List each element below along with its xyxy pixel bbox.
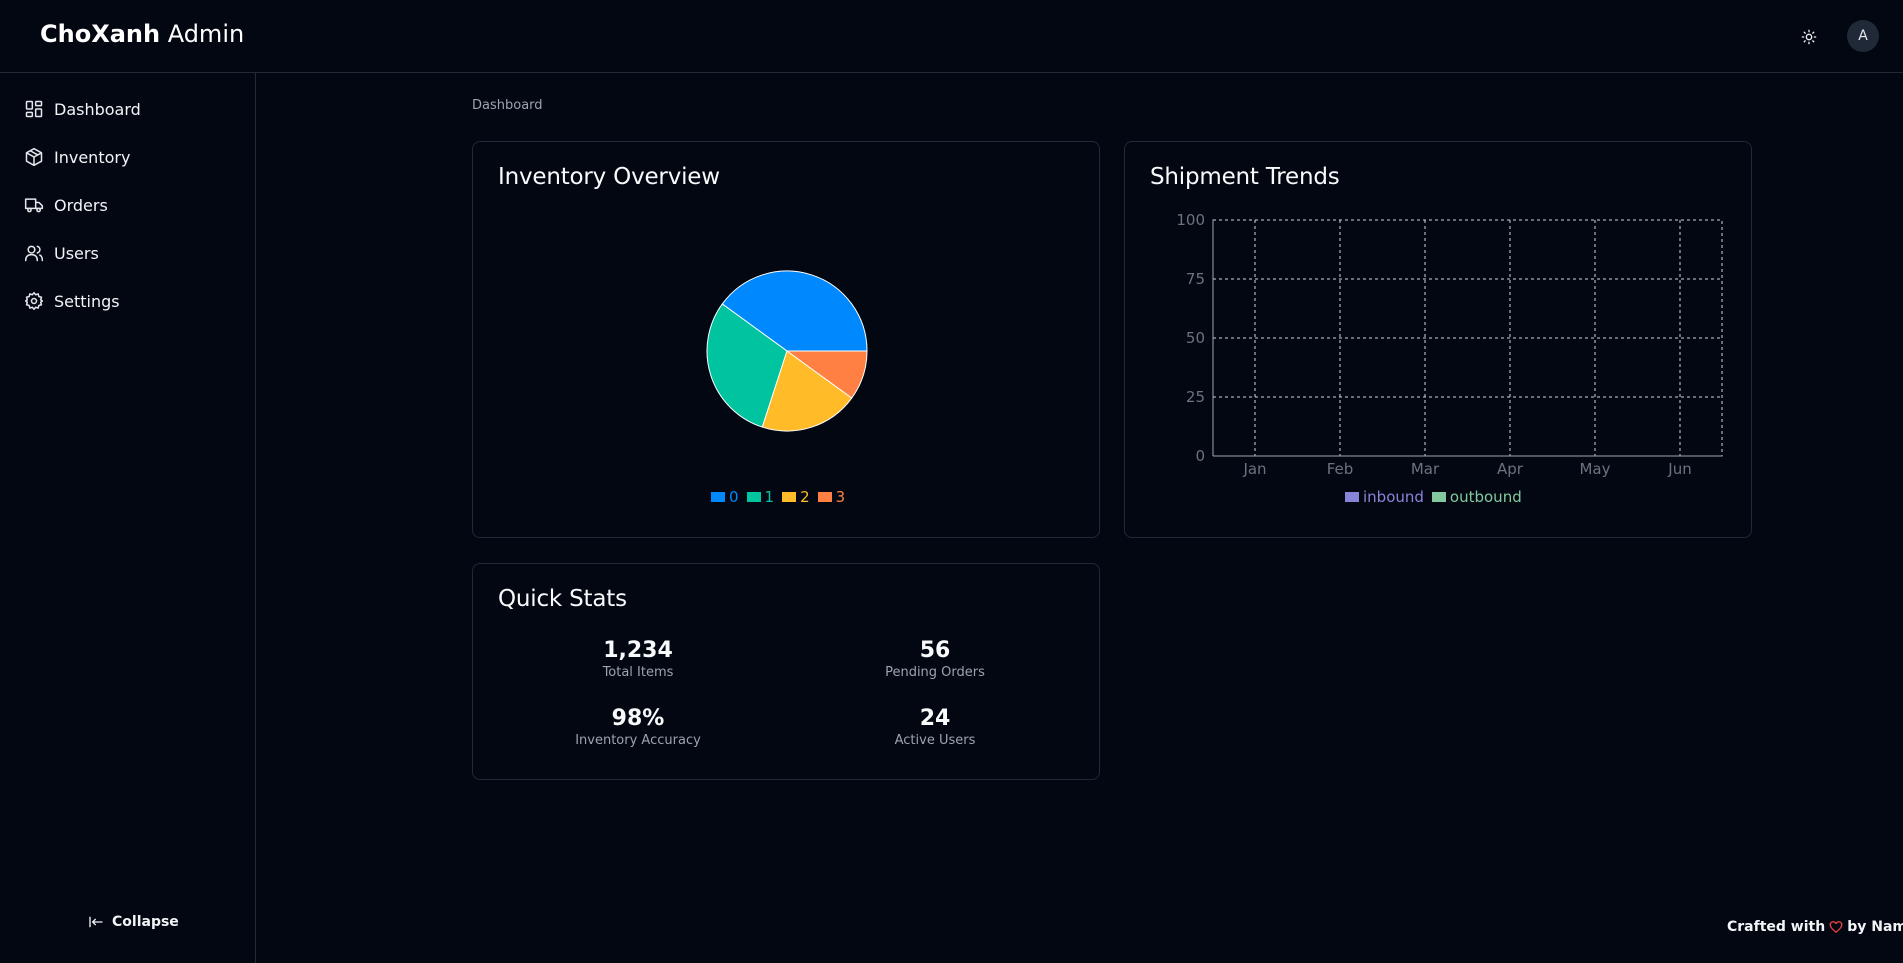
quick-stats-card: Quick Stats 1,234 Total Items 56 Pending…: [472, 563, 1100, 780]
avatar[interactable]: A: [1847, 20, 1879, 52]
truck-icon: [24, 198, 44, 213]
legend-label: inbound: [1363, 488, 1424, 506]
stat-label: Pending Orders: [885, 665, 985, 680]
sidebar-item-label: Orders: [54, 195, 108, 215]
card-title: Quick Stats: [498, 586, 627, 612]
gear-icon: [24, 291, 44, 311]
legend-label: 1: [764, 488, 775, 506]
breadcrumb[interactable]: Dashboard: [472, 98, 543, 113]
y-tick-label: 25: [1186, 388, 1205, 406]
collapse-button[interactable]: Collapse: [88, 914, 179, 930]
stat-label: Total Items: [602, 665, 674, 680]
x-tick-label: Jun: [1667, 460, 1691, 478]
legend-item-0[interactable]: 0: [711, 488, 739, 506]
legend-item-3[interactable]: 3: [817, 488, 846, 506]
x-tick-label: May: [1579, 460, 1610, 478]
x-tick-label: Apr: [1497, 460, 1524, 478]
legend-swatch: [1431, 492, 1446, 502]
stat-value: 1,234: [603, 638, 673, 663]
app-brand[interactable]: ChoXanh Admin: [40, 20, 244, 48]
inventory-overview-card: Inventory Overview 0123: [472, 141, 1100, 538]
inventory-pie-chart: [706, 270, 868, 432]
legend-label: 0: [729, 488, 739, 506]
sidebar-item-dashboard[interactable]: Dashboard: [24, 94, 234, 124]
shipment-trends-card: Shipment Trends 0 25 50 75 100 Jan Feb Mar Apr Ma…: [1124, 141, 1752, 538]
box-icon: [25, 147, 43, 167]
stat-value: 24: [919, 706, 951, 731]
y-tick-label: 75: [1186, 270, 1205, 288]
stat-inventory-accuracy: 98% Inventory Accuracy: [538, 706, 738, 748]
stat-label: Active Users: [894, 733, 976, 748]
legend-swatch: [817, 492, 832, 502]
legend-swatch: [782, 492, 797, 502]
sidebar-item-label: Dashboard: [54, 99, 141, 119]
pie-legend: 0 1 2 3: [711, 488, 845, 506]
top-bar: ChoXanh Admin A: [0, 0, 1903, 73]
legend-item-1[interactable]: 1: [746, 488, 775, 506]
sidebar-item-orders[interactable]: Orders: [24, 190, 234, 220]
sidebar-item-settings[interactable]: Settings: [24, 286, 234, 316]
brand-name: ChoXanh: [40, 20, 161, 48]
sun-icon: [1801, 29, 1817, 45]
line-legend: inbound outbound: [1345, 488, 1522, 506]
y-tick-label: 50: [1186, 329, 1205, 347]
stat-total-items: 1,234 Total Items: [538, 638, 738, 680]
sidebar: Dashboard Inventory Orders Users Setting…: [0, 73, 256, 963]
sidebar-item-inventory[interactable]: Inventory: [24, 142, 234, 172]
dashboard-icon: [25, 100, 43, 118]
sidebar-item-users[interactable]: Users: [24, 238, 234, 268]
stat-value: 98%: [611, 706, 665, 731]
y-tick-label: 100: [1176, 211, 1205, 229]
sidebar-item-label: Inventory: [54, 147, 131, 167]
footer-prefix: Crafted with: [1727, 919, 1826, 935]
chart-grid: [1212, 219, 1723, 457]
legend-item-outbound[interactable]: outbound: [1431, 488, 1522, 506]
theme-toggle-button[interactable]: [1796, 24, 1822, 50]
shipment-line-chart: 0 25 50 75 100 Jan Feb Mar Apr May Jun: [1176, 211, 1723, 478]
stat-pending-orders: 56 Pending Orders: [835, 638, 1035, 680]
collapse-label: Collapse: [112, 914, 179, 930]
brand-suffix: Admin: [167, 20, 245, 48]
legend-swatch: [711, 492, 725, 502]
legend-item-2[interactable]: 2: [782, 488, 810, 506]
x-tick-label: Mar: [1411, 460, 1440, 478]
sidebar-item-label: Settings: [54, 291, 120, 311]
users-icon: [24, 245, 44, 262]
stat-active-users: 24 Active Users: [835, 706, 1035, 748]
arrow-left-to-line-icon: [89, 916, 103, 928]
stat-label: Inventory Accuracy: [575, 733, 701, 748]
sidebar-item-label: Users: [54, 243, 99, 263]
heart-icon: [1829, 921, 1843, 933]
footer-credit: Crafted with by Nam Vu: [1727, 919, 1903, 935]
stat-value: 56: [919, 638, 951, 663]
legend-item-inbound[interactable]: inbound: [1345, 488, 1424, 506]
y-tick-label: 0: [1195, 447, 1205, 465]
legend-swatch: [1345, 492, 1359, 502]
x-tick-label: Feb: [1327, 460, 1354, 478]
legend-label: 3: [835, 488, 846, 506]
legend-label: outbound: [1449, 488, 1522, 506]
legend-swatch: [746, 492, 761, 502]
x-tick-label: Jan: [1242, 460, 1266, 478]
legend-label: 2: [800, 488, 810, 506]
footer-suffix: by Nam Vu: [1847, 919, 1903, 935]
